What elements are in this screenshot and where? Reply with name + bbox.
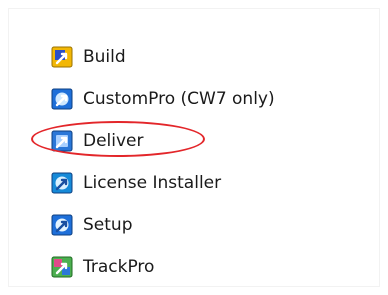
deliver-app-icon xyxy=(51,130,73,152)
menu-panel: Build CustomPro (CW7 only) Deliver Licen… xyxy=(8,8,380,287)
custompro-app-icon xyxy=(51,88,73,110)
program-list: Build CustomPro (CW7 only) Deliver Licen… xyxy=(31,43,275,281)
menu-item-license-installer[interactable]: License Installer xyxy=(51,169,275,197)
menu-item-deliver[interactable]: Deliver xyxy=(31,121,275,157)
menu-item-label: CustomPro (CW7 only) xyxy=(83,89,275,109)
setup-app-icon xyxy=(51,214,73,236)
menu-item-trackpro[interactable]: TrackPro xyxy=(51,253,275,281)
trackpro-app-icon xyxy=(51,256,73,278)
menu-item-custompro[interactable]: CustomPro (CW7 only) xyxy=(51,85,275,113)
menu-item-setup[interactable]: Setup xyxy=(51,211,275,239)
build-app-icon xyxy=(51,46,73,68)
menu-item-label: Deliver xyxy=(83,131,144,151)
menu-item-build[interactable]: Build xyxy=(51,43,275,71)
menu-item-label: TrackPro xyxy=(83,257,155,277)
menu-item-label: Setup xyxy=(83,215,133,235)
license-installer-app-icon xyxy=(51,172,73,194)
menu-item-label: Build xyxy=(83,47,126,67)
menu-item-label: License Installer xyxy=(83,173,222,193)
